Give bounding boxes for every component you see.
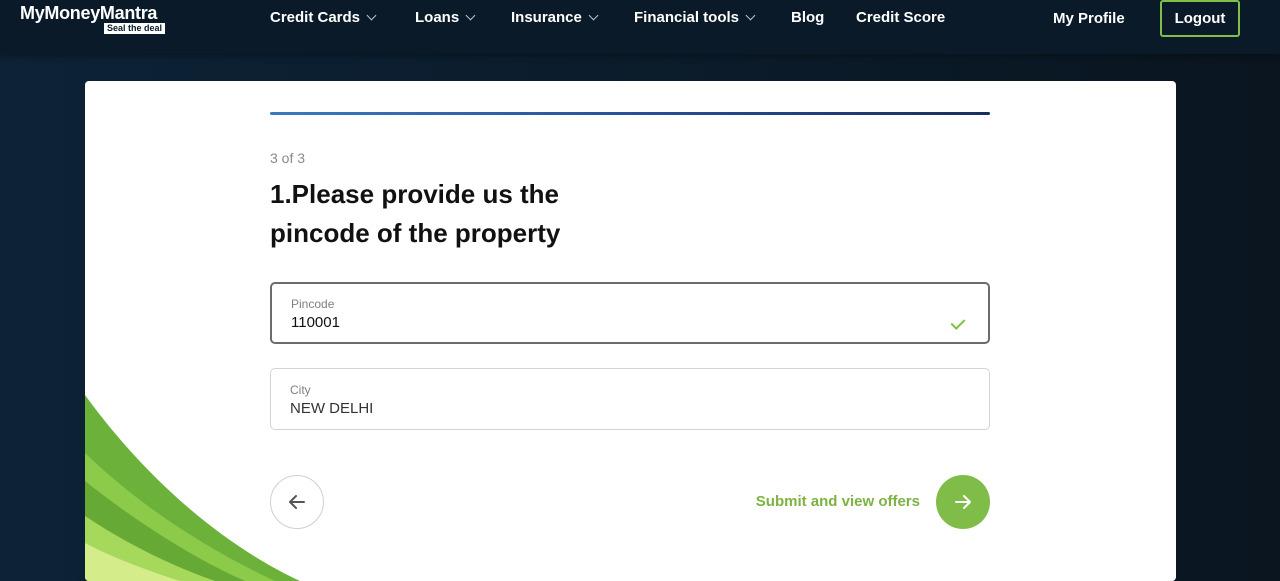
my-profile-label: My Profile [1053, 10, 1125, 27]
nav-credit-cards[interactable]: Credit Cards [270, 9, 377, 27]
logout-button[interactable]: Logout [1160, 0, 1240, 37]
submit-and-view-offers-link[interactable]: Submit and view offers [756, 493, 920, 510]
logo[interactable]: MyMoneyMantra Seal the deal [20, 3, 166, 34]
city-field[interactable]: City NEW DELHI [270, 368, 990, 430]
logout-label: Logout [1174, 10, 1226, 27]
back-button[interactable] [270, 475, 324, 529]
nav-loans[interactable]: Loans [415, 9, 476, 27]
logo-text: MyMoneyMantra [20, 3, 158, 23]
progress-bar [270, 112, 990, 115]
nav-financial-tools[interactable]: Financial tools [634, 9, 756, 27]
chevron-down-icon [588, 10, 599, 21]
next-button[interactable] [936, 475, 990, 529]
arrow-left-icon [289, 495, 305, 509]
nav-insurance-label: Insurance [511, 9, 582, 26]
nav-credit-score-label: Credit Score [856, 9, 946, 26]
chevron-down-icon [366, 10, 377, 21]
city-label: City [290, 383, 311, 397]
chevron-down-icon [745, 10, 756, 21]
step-indicator: 3 of 3 [270, 150, 306, 166]
question-title: 1.Please provide us the pincode of the p… [270, 179, 561, 248]
city-value: NEW DELHI [290, 400, 374, 417]
my-profile-link[interactable]: My Profile [1053, 10, 1125, 28]
arrow-right-icon [955, 495, 971, 509]
nav-insurance[interactable]: Insurance [511, 9, 599, 27]
logo-tagline: Seal the deal [104, 23, 166, 34]
nav-loans-label: Loans [415, 9, 460, 26]
pincode-value: 110001 [291, 314, 340, 331]
nav-credit-cards-label: Credit Cards [270, 9, 361, 26]
nav-financial-tools-label: Financial tools [634, 9, 740, 26]
checkmark-icon [950, 315, 966, 330]
form-card: 3 of 3 1.Please provide us the pincode o… [85, 81, 1176, 581]
chevron-down-icon [465, 10, 476, 21]
pincode-field[interactable]: Pincode 110001 [270, 282, 990, 344]
nav-credit-score[interactable]: Credit Score [856, 9, 945, 27]
nav-blog[interactable]: Blog [791, 9, 824, 27]
top-navbar: MyMoneyMantra Seal the deal Credit Cards… [0, 0, 1280, 54]
nav-blog-label: Blog [791, 9, 825, 26]
pincode-label: Pincode [291, 297, 335, 311]
